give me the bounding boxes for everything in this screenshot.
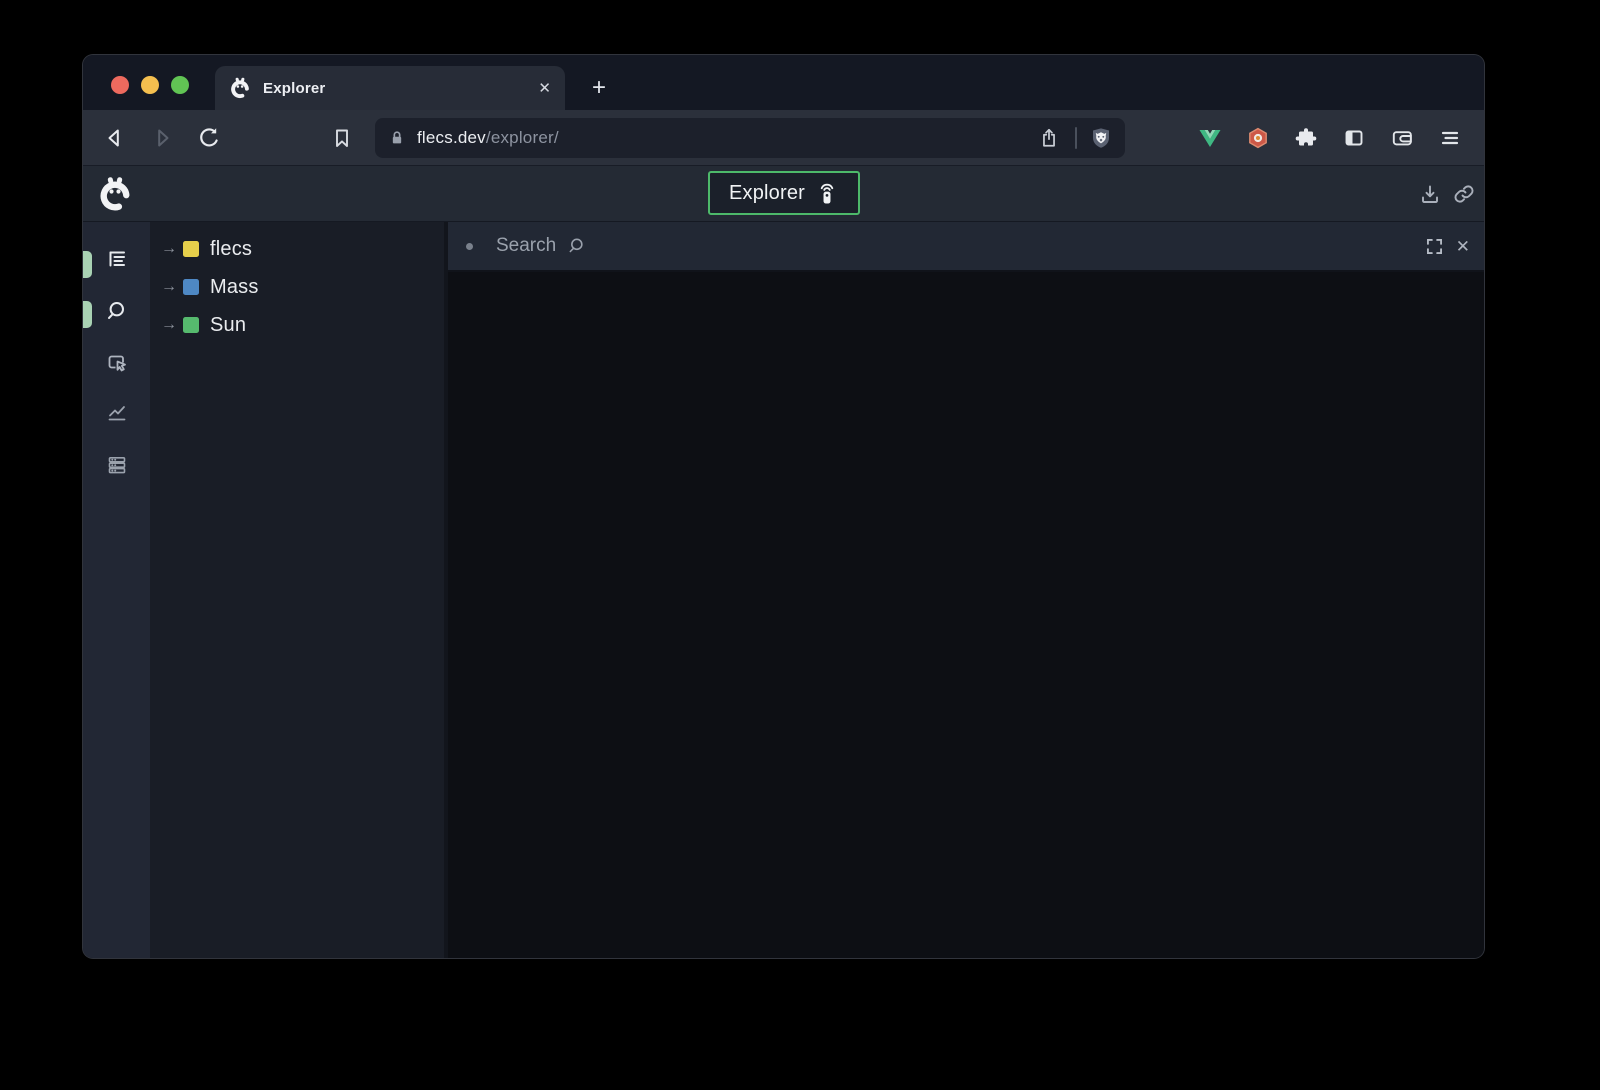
browser-tab-explorer[interactable]: Explorer ✕ — [215, 66, 565, 110]
query-results-area[interactable] — [448, 272, 1484, 958]
query-panel-icon[interactable] — [105, 299, 129, 323]
tree-panel-icon[interactable] — [105, 247, 129, 271]
tab-close-icon[interactable]: ✕ — [538, 81, 551, 96]
expand-arrow-icon[interactable]: → — [161, 240, 181, 258]
close-panel-icon[interactable]: ✕ — [1456, 238, 1470, 255]
brave-shield-icon[interactable] — [1089, 126, 1113, 150]
app-header: Explorer — [83, 166, 1484, 222]
expand-arrow-icon[interactable]: → — [161, 278, 181, 296]
link-icon[interactable] — [1452, 182, 1476, 206]
browser-window: Explorer ✕ + — [83, 55, 1484, 958]
window-minimize-button[interactable] — [141, 76, 159, 94]
flecs-logo-icon — [97, 176, 133, 212]
lock-icon — [387, 128, 407, 148]
url-text: flecs.dev/explorer/ — [417, 128, 559, 148]
tab-bar: Explorer ✕ + — [83, 55, 1484, 110]
share-icon[interactable] — [1037, 126, 1061, 150]
url-bar[interactable]: flecs.dev/explorer/ — [375, 118, 1125, 158]
app-title-button[interactable]: Explorer — [708, 171, 860, 215]
forward-icon[interactable] — [150, 126, 174, 150]
query-panel: Search ✕ — [448, 222, 1484, 958]
url-path: /explorer/ — [486, 128, 559, 147]
query-panel-actions: ✕ — [1423, 234, 1470, 258]
search-icon — [566, 236, 586, 256]
expand-arrow-icon[interactable]: → — [161, 316, 181, 334]
entity-label[interactable]: flecs — [210, 238, 252, 261]
tree-row-mass[interactable]: → Mass — [150, 268, 444, 306]
app-title: Explorer — [729, 182, 805, 205]
download-icon[interactable] — [1418, 182, 1442, 206]
remote-connection-icon — [816, 181, 838, 205]
reload-icon[interactable] — [197, 126, 221, 150]
active-panel-indicator — [83, 251, 92, 278]
bookmark-icon[interactable] — [330, 126, 354, 150]
tree-row-sun[interactable]: → Sun — [150, 306, 444, 344]
active-panel-indicator — [83, 301, 92, 328]
browser-toolbar: flecs.dev/explorer/ — [83, 110, 1484, 166]
flecs-favicon-icon — [229, 77, 251, 99]
vue-devtools-extension-icon[interactable] — [1198, 126, 1222, 150]
new-tab-button[interactable]: + — [585, 74, 613, 102]
entity-label[interactable]: Mass — [210, 276, 259, 299]
window-close-button[interactable] — [111, 76, 129, 94]
screenshot-stage: Explorer ✕ + — [0, 0, 1600, 1090]
chart-panel-icon[interactable] — [105, 400, 129, 424]
window-zoom-button[interactable] — [171, 76, 189, 94]
menu-hamburger-icon[interactable] — [1438, 126, 1462, 150]
fullscreen-icon[interactable] — [1423, 234, 1447, 258]
entity-color-swatch — [183, 317, 199, 333]
back-icon[interactable] — [103, 126, 127, 150]
entity-color-swatch — [183, 241, 199, 257]
entity-tree-panel: → flecs → Mass → Sun — [150, 222, 444, 958]
toolbar-divider — [1075, 127, 1077, 149]
hexagon-extension-icon[interactable] — [1246, 126, 1270, 150]
panel-rail — [83, 222, 150, 958]
status-dot — [466, 243, 473, 250]
wallet-icon[interactable] — [1390, 126, 1414, 150]
sidebar-toggle-icon[interactable] — [1342, 126, 1366, 150]
entity-label[interactable]: Sun — [210, 314, 246, 337]
tree-row-flecs[interactable]: → flecs — [150, 230, 444, 268]
header-actions — [1418, 166, 1476, 222]
entity-color-swatch — [183, 279, 199, 295]
app-body: → flecs → Mass → Sun — [83, 222, 1484, 958]
url-domain: flecs.dev — [417, 128, 486, 147]
extensions-puzzle-icon[interactable] — [1294, 126, 1318, 150]
inspector-panel-icon[interactable] — [105, 351, 129, 375]
tab-title: Explorer — [263, 80, 325, 97]
query-panel-title: Search — [496, 235, 556, 257]
query-panel-header: Search ✕ — [448, 222, 1484, 270]
extension-icons — [1198, 126, 1462, 150]
table-panel-icon[interactable] — [105, 453, 129, 477]
